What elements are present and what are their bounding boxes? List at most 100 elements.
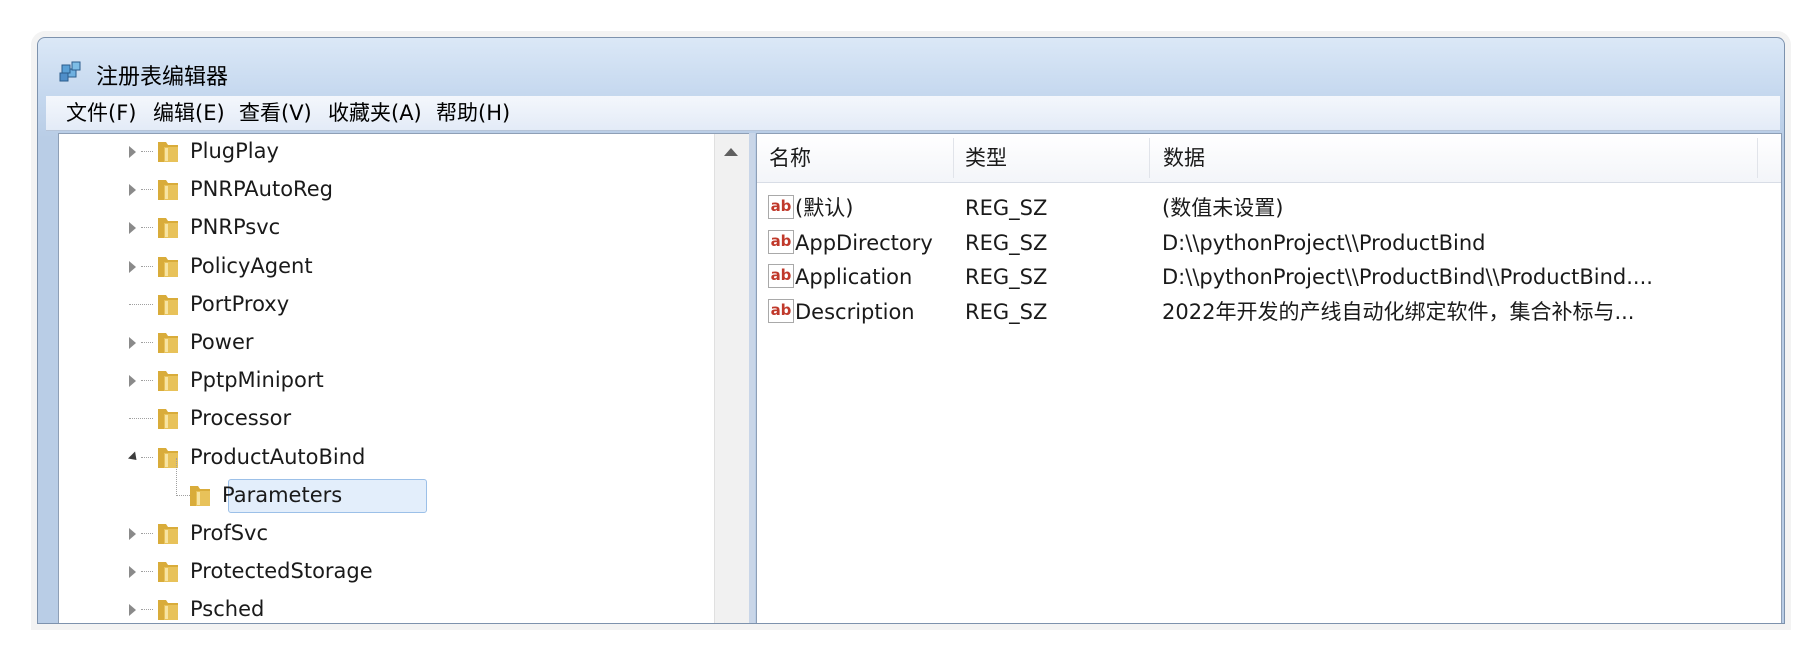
tree-item[interactable]: PptpMiniport xyxy=(59,363,709,399)
collapsed-triangle-icon[interactable] xyxy=(129,184,136,197)
menu-help[interactable]: 帮助(H) xyxy=(430,100,516,126)
value-data: D:\\pythonProject\\ProductBind\\ProductB… xyxy=(1162,265,1653,289)
column-header-type[interactable]: 类型 xyxy=(965,144,1007,172)
folder-highlight-shape xyxy=(165,530,168,543)
folder-icon xyxy=(158,180,178,201)
value-row[interactable]: ab (默认) REG_SZ (数值未设置) xyxy=(757,191,1781,227)
column-header-data[interactable]: 数据 xyxy=(1163,144,1205,172)
menu-view[interactable]: 查看(V) xyxy=(233,100,318,126)
tree-item-label: PNRPsvc xyxy=(190,215,281,240)
folder-icon xyxy=(158,256,178,277)
tree-item-label: ProductAutoBind xyxy=(190,444,366,469)
tree-item[interactable]: Parameters xyxy=(59,478,709,514)
folder-icon xyxy=(158,333,178,353)
ab-string-icon: ab xyxy=(768,264,794,288)
folder-highlight-shape xyxy=(165,186,168,200)
value-row[interactable]: ab AppDirectory REG_SZ D:\\pythonProject\\P… xyxy=(757,226,1781,262)
value-name: Application xyxy=(795,265,913,289)
tree-item-label: ProfSvc xyxy=(190,521,269,545)
tree-connector-line xyxy=(141,227,153,229)
values-list-pane[interactable]: 名称 类型 数据 ab (默认) REG_SZ (数值未设置) ab AppDirecto… xyxy=(756,133,1782,623)
tree-connector-line xyxy=(141,342,153,343)
collapsed-triangle-icon[interactable] xyxy=(129,260,136,273)
title-bar[interactable]: 注册表编辑器 xyxy=(38,38,1784,94)
folder-highlight-shape xyxy=(165,224,168,238)
value-data: D:\\pythonProject\\ProductBind xyxy=(1162,230,1486,255)
collapsed-triangle-icon[interactable] xyxy=(129,146,136,158)
folder-icon xyxy=(158,600,178,621)
column-divider[interactable] xyxy=(1149,138,1150,178)
tree-item[interactable]: Psched xyxy=(59,592,709,623)
tree-item[interactable]: ProtectedStorage xyxy=(59,554,709,590)
tree-connector-line xyxy=(141,265,153,267)
folder-icon xyxy=(158,409,178,430)
tree-item-label: PortProxy xyxy=(190,291,290,316)
folder-icon xyxy=(158,294,178,315)
pane-splitter[interactable] xyxy=(749,133,755,623)
tree-item[interactable]: PolicyAgent xyxy=(59,249,709,285)
value-type: REG_SZ xyxy=(965,299,1048,324)
column-header-name[interactable]: 名称 xyxy=(769,144,811,172)
collapsed-triangle-icon[interactable] xyxy=(129,566,136,579)
folder-highlight-shape xyxy=(165,568,168,582)
collapsed-triangle-icon[interactable] xyxy=(129,528,136,540)
tree-item[interactable]: PNRPAutoReg xyxy=(59,172,709,208)
folder-highlight-shape xyxy=(165,606,168,620)
tree-connector-line xyxy=(141,533,153,534)
tree-item[interactable]: Processor xyxy=(59,401,709,437)
regedit-app-icon xyxy=(59,61,81,82)
tree-item-label: Processor xyxy=(190,406,292,431)
folder-icon xyxy=(158,142,178,162)
tree-connector-line xyxy=(129,303,153,305)
tree-item[interactable]: PNRPsvc xyxy=(59,210,709,246)
tree-item[interactable]: PlugPlay xyxy=(59,134,709,170)
menu-favorites[interactable]: 收藏夹(A) xyxy=(322,100,428,126)
tree-guide-line xyxy=(176,457,177,496)
menu-bar: 文件(F) 编辑(E) 查看(V) 收藏夹(A) 帮助(H) xyxy=(46,96,1780,131)
collapsed-triangle-icon[interactable] xyxy=(129,337,136,349)
collapsed-triangle-icon[interactable] xyxy=(129,604,136,617)
tree-item[interactable]: PortProxy xyxy=(59,287,709,323)
tree-item-label: PlugPlay xyxy=(190,139,279,163)
ab-string-icon: ab xyxy=(768,298,794,323)
value-data: (数值未设置) xyxy=(1162,196,1284,220)
tree-item-label: PNRPAutoReg xyxy=(190,177,333,202)
tree-connector-line xyxy=(141,189,153,191)
folder-highlight-shape xyxy=(165,300,168,314)
value-name: Description xyxy=(795,299,915,324)
folder-icon xyxy=(158,524,178,544)
tree-item-label: PolicyAgent xyxy=(190,253,313,278)
folder-highlight-shape xyxy=(165,377,168,391)
scroll-up-arrow-icon[interactable] xyxy=(724,148,738,156)
folder-icon xyxy=(158,371,178,392)
folder-highlight-shape xyxy=(165,148,168,161)
list-header: 名称 类型 数据 xyxy=(757,134,1781,183)
tree-item[interactable]: ProductAutoBind xyxy=(59,440,709,476)
tree-item[interactable]: ProfSvc xyxy=(59,516,709,552)
value-type: REG_SZ xyxy=(965,230,1048,255)
tree-item[interactable]: Power xyxy=(59,325,709,361)
value-type: REG_SZ xyxy=(965,196,1048,220)
ab-string-icon: ab xyxy=(768,229,794,254)
column-divider[interactable] xyxy=(1757,138,1758,178)
value-name: AppDirectory xyxy=(795,230,933,255)
ab-string-icon: ab xyxy=(768,195,794,219)
collapsed-triangle-icon[interactable] xyxy=(129,375,136,388)
menu-edit[interactable]: 编辑(E) xyxy=(147,100,231,126)
menu-file[interactable]: 文件(F) xyxy=(60,100,142,126)
tree-connector-line xyxy=(141,571,153,573)
value-type: REG_SZ xyxy=(965,265,1048,289)
value-data: 2022年开发的产线自动化绑定软件，集合补标与... xyxy=(1162,299,1635,324)
expanded-triangle-icon[interactable] xyxy=(127,451,141,464)
value-row[interactable]: ab Description REG_SZ 2022年开发的产线自动化绑定软件，集合补… xyxy=(757,295,1781,331)
tree-item-label: Psched xyxy=(190,597,265,622)
tree-vertical-scrollbar[interactable] xyxy=(714,134,749,623)
key-tree-pane[interactable]: PlugPlay PNRPAutoReg PNRPsvc PolicyAgent Por… xyxy=(58,133,750,623)
value-row[interactable]: ab Application REG_SZ D:\\pythonProject\\Pr… xyxy=(757,260,1781,296)
window-title: 注册表编辑器 xyxy=(96,65,229,90)
folder-icon xyxy=(158,562,178,583)
column-divider[interactable] xyxy=(953,138,954,178)
regedit-window: 注册表编辑器 文件(F) 编辑(E) 查看(V) 收藏夹(A) 帮助(H) Pl… xyxy=(37,37,1785,624)
folder-highlight-shape xyxy=(165,415,168,429)
collapsed-triangle-icon[interactable] xyxy=(129,222,136,235)
